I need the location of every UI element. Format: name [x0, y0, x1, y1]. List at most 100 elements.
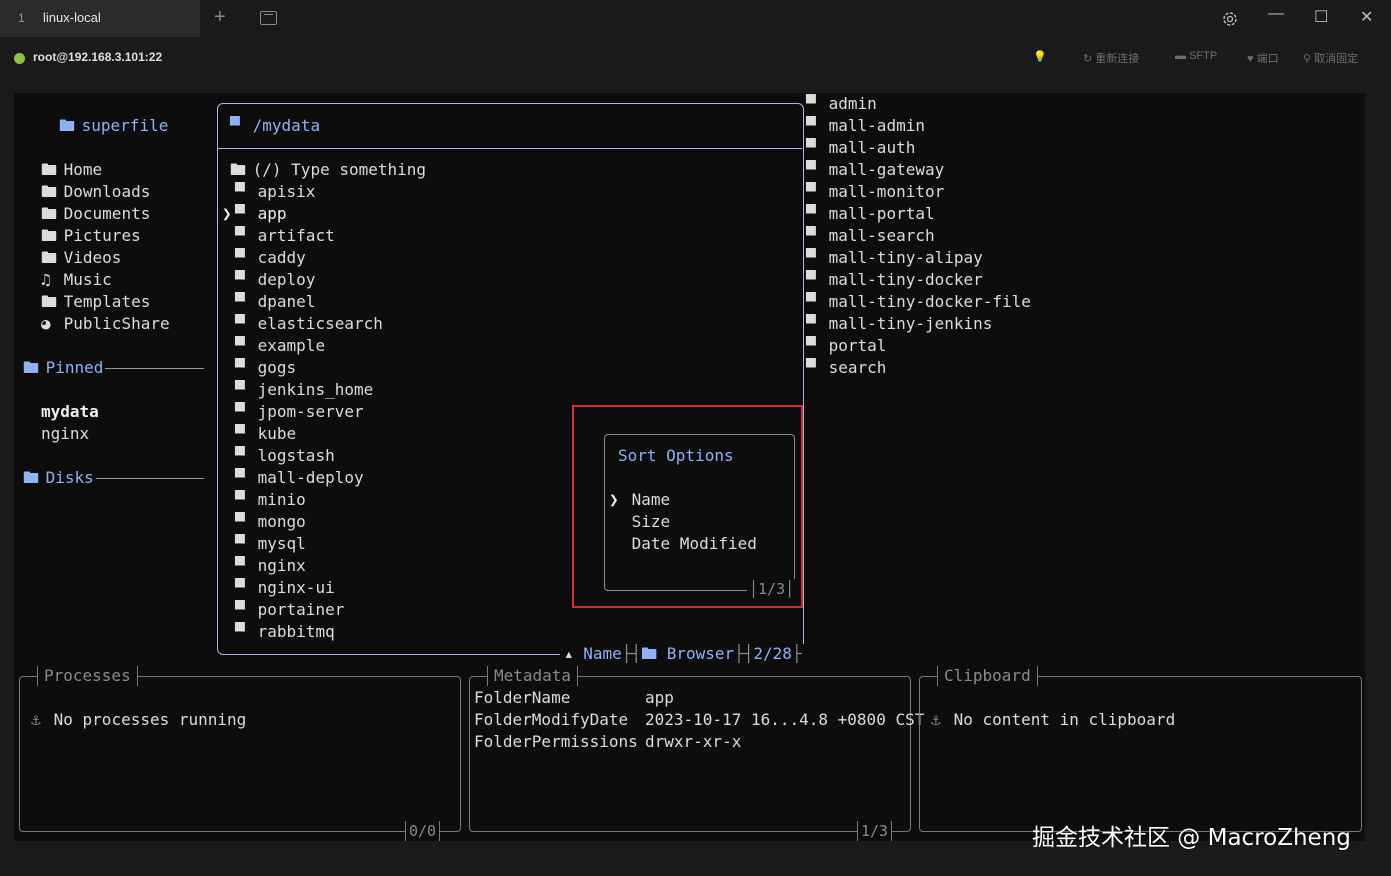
close-button[interactable]: ✕ [1360, 7, 1373, 27]
sidebar-item-downloads[interactable]: 🖿 Downloads [41, 181, 150, 203]
folder-icon: ▀ [235, 314, 245, 333]
place-icon: 🖿 [41, 204, 58, 223]
footer-sort: Name [583, 644, 622, 663]
preview-name: admin [828, 94, 877, 113]
preview-item: ▀ mall-search [806, 225, 935, 247]
preview-item: ▀ mall-tiny-docker-file [806, 291, 1031, 313]
maximize-button[interactable]: ☐ [1314, 7, 1328, 27]
folder-icon: ▀ [235, 556, 245, 575]
file-list-item[interactable]: ▀ jenkins_home [222, 379, 373, 401]
metadata-value: drwxr-xr-x [645, 732, 742, 751]
sidebar-item-templates[interactable]: 🖿 Templates [41, 291, 150, 313]
folder-icon: ▀ [235, 182, 245, 201]
sidebar-item-videos[interactable]: 🖿 Videos [41, 247, 121, 269]
file-name: minio [257, 490, 306, 509]
file-name: example [257, 336, 326, 355]
sidebar-item-music[interactable]: ♫ Music [41, 269, 112, 291]
search-icon: 🖿 [230, 160, 247, 179]
sidebar-item-home[interactable]: 🖿 Home [41, 159, 102, 181]
file-list-item[interactable]: ▀ artifact [222, 225, 335, 247]
reconnect-button[interactable]: ↻ 重新连接 [1083, 50, 1139, 66]
file-list-item[interactable]: ▀ minio [222, 489, 306, 511]
file-list-item[interactable]: ▀ mysql [222, 533, 306, 555]
cursor-icon: ❯ [222, 204, 232, 223]
folder-icon: ▀ [235, 226, 245, 245]
file-list-item[interactable]: ▀ logstash [222, 445, 335, 467]
sidebar-item-nginx[interactable]: nginx [41, 423, 89, 445]
minimize-button[interactable]: — [1268, 5, 1284, 23]
preview-name: mall-tiny-docker-file [828, 292, 1031, 311]
preview-name: mall-admin [828, 116, 925, 135]
place-icon: ♫ [41, 270, 51, 289]
sidebar-item-publicshare[interactable]: ◕ PublicShare [41, 313, 170, 335]
file-list-item[interactable]: ▀ jpom-server [222, 401, 364, 423]
folder-icon: ▀ [806, 160, 816, 179]
file-list-item[interactable]: ▀ apisix [222, 181, 315, 203]
pinned-icon: 🖿 [23, 358, 40, 377]
metadata-counter: 1/3 [857, 821, 893, 841]
file-list-item[interactable]: ❯ ▀ app [222, 203, 287, 225]
terminal-frame [0, 93, 14, 841]
file-list-item[interactable]: ▀ mongo [222, 511, 306, 533]
sidebar-item-documents[interactable]: 🖿 Documents [41, 203, 150, 225]
tab-linux-local[interactable]: 1 linux-local [0, 0, 200, 37]
folder-icon: ▀ [230, 116, 240, 135]
folder-icon: ▀ [235, 534, 245, 553]
folder-icon: ▀ [235, 424, 245, 443]
sidebar-item-pictures[interactable]: 🖿 Pictures [41, 225, 141, 247]
file-list-item[interactable]: ▀ kube [222, 423, 296, 445]
split-view-icon[interactable] [260, 11, 277, 25]
folder-icon: ▀ [235, 248, 245, 267]
file-list-item[interactable]: ▀ portainer [222, 599, 344, 621]
file-name: elasticsearch [257, 314, 383, 333]
preview-item: ▀ mall-admin [806, 115, 925, 137]
file-name: portainer [257, 600, 345, 619]
file-name: dpanel [257, 292, 316, 311]
file-name: jpom-server [257, 402, 364, 421]
preview-item: ▀ mall-monitor [806, 181, 944, 203]
preview-item: ▀ mall-gateway [806, 159, 944, 181]
sidebar-item-label: PublicShare [63, 314, 170, 333]
preview-name: mall-search [828, 226, 935, 245]
file-name: nginx [257, 556, 306, 575]
file-list-item[interactable]: ▀ nginx-ui [222, 577, 335, 599]
unpin-button[interactable]: ⚲ 取消固定 [1303, 50, 1358, 66]
file-name: gogs [257, 358, 297, 377]
tip-lightbulb-icon[interactable]: 💡 [1033, 50, 1047, 63]
file-list-item[interactable]: ▀ dpanel [222, 291, 315, 313]
folder-icon: ▀ [806, 94, 816, 113]
file-list-item[interactable]: ▀ caddy [222, 247, 306, 269]
file-list-item[interactable]: ▀ elasticsearch [222, 313, 383, 335]
preview-name: mall-tiny-jenkins [828, 314, 993, 333]
metadata-key: FolderPermissions [474, 732, 638, 751]
preview-item: ▀ mall-tiny-alipay [806, 247, 983, 269]
file-name: jenkins_home [257, 380, 374, 399]
file-list-item[interactable]: ▀ rabbitmq [222, 621, 335, 643]
file-name: logstash [257, 446, 335, 465]
file-list-item[interactable]: ▀ deploy [222, 269, 315, 291]
folder-icon: ▀ [806, 270, 816, 289]
ports-label: 端口 [1256, 53, 1279, 65]
search-input[interactable]: 🖿 (/) Type something [230, 159, 426, 181]
new-tab-icon[interactable]: + [214, 6, 226, 29]
file-list-item[interactable]: ▀ mall-deploy [222, 467, 364, 489]
folder-icon: ▀ [235, 270, 245, 289]
folder-icon: ▀ [806, 138, 816, 157]
file-panel-divider [218, 148, 802, 149]
file-list-item[interactable]: ▀ example [222, 335, 325, 357]
sidebar-item-label: Music [63, 270, 112, 289]
file-name: apisix [257, 182, 316, 201]
preview-name: mall-monitor [828, 182, 945, 201]
file-list-item[interactable]: ▀ gogs [222, 357, 296, 379]
file-list-item[interactable]: ▀ nginx [222, 555, 306, 577]
terminal-frame [0, 79, 1391, 93]
sidebar-item-mydata[interactable]: mydata [41, 401, 99, 423]
tab-index: 1 [18, 11, 25, 25]
settings-gear-icon[interactable] [1221, 10, 1239, 28]
ports-button[interactable]: ♥ 端口 [1247, 50, 1279, 66]
refresh-icon: ↻ [1083, 53, 1096, 65]
processes-panel [19, 676, 461, 832]
file-name: caddy [257, 248, 306, 267]
sftp-button[interactable]: ▬ SFTP [1175, 50, 1217, 62]
folder-icon: ▀ [235, 292, 245, 311]
